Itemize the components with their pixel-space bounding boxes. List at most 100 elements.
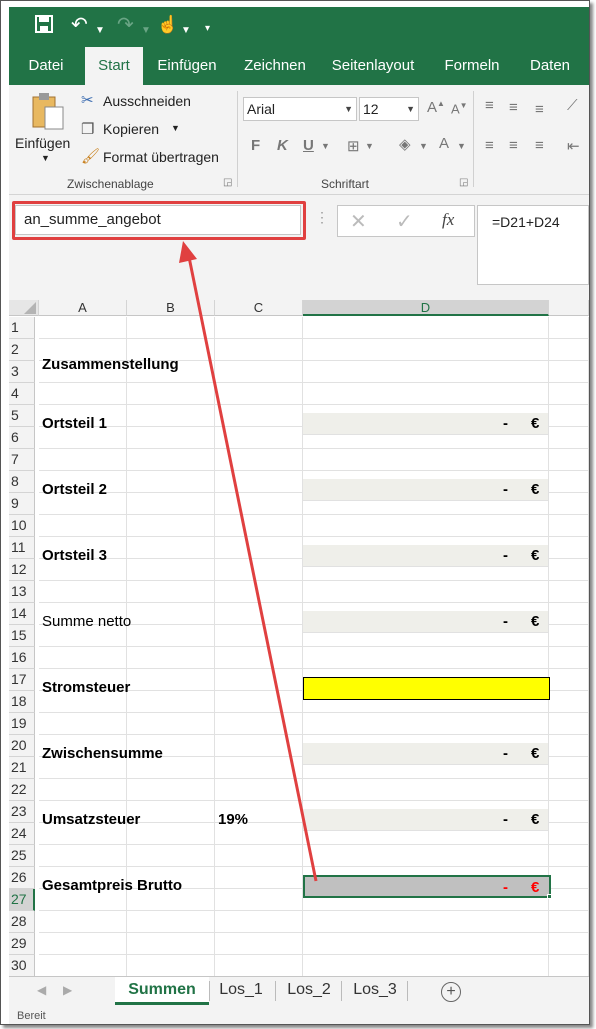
sheet-tab-los-1[interactable]: Los_1	[211, 977, 271, 1005]
cell-d12[interactable]	[303, 545, 549, 567]
grid-cell[interactable]	[39, 317, 127, 339]
copy-dropdown-icon[interactable]: ▼	[171, 123, 180, 133]
grid-cell[interactable]	[215, 317, 303, 339]
cell-d15[interactable]	[303, 611, 549, 633]
formula-input[interactable]: =D21+D24	[477, 205, 589, 285]
grid-cell[interactable]	[549, 317, 589, 339]
font-color-dropdown-icon[interactable]: ▼	[457, 141, 466, 151]
grid-cell[interactable]	[127, 933, 215, 955]
tab-zeichnen[interactable]: Zeichnen	[235, 47, 315, 85]
cell-a21[interactable]: Zwischensumme	[42, 743, 163, 764]
cell-a3[interactable]: Zusammenstellung	[42, 354, 179, 375]
grid-cell[interactable]	[127, 471, 215, 493]
grid-cell[interactable]	[215, 691, 303, 713]
row-header-19[interactable]: 19	[9, 713, 35, 735]
grid-cell[interactable]	[303, 383, 549, 405]
grid-cell[interactable]	[215, 383, 303, 405]
grid-cell[interactable]	[303, 317, 549, 339]
align-top-icon[interactable]: ≡	[485, 97, 494, 114]
grid-cell[interactable]	[549, 515, 589, 537]
grid-cell[interactable]	[127, 449, 215, 471]
redo-dropdown-icon[interactable]: ▼	[141, 21, 151, 41]
align-bottom-icon[interactable]: ≡	[535, 101, 544, 118]
paste-label[interactable]: Einfügen	[15, 135, 70, 151]
format-painter-button[interactable]: Format übertragen	[103, 149, 219, 165]
grid-cell[interactable]	[215, 427, 303, 449]
grid-cell[interactable]	[39, 647, 127, 669]
grid-cell[interactable]	[215, 933, 303, 955]
row-header-4[interactable]: 4	[9, 383, 35, 405]
grid-cell[interactable]	[127, 383, 215, 405]
grid-cell[interactable]	[303, 911, 549, 933]
cell-d21[interactable]	[303, 743, 549, 765]
grid-cell[interactable]	[127, 779, 215, 801]
fill-handle[interactable]	[547, 894, 552, 899]
grid-cell[interactable]	[303, 361, 549, 383]
grid-cell[interactable]	[39, 955, 127, 976]
grid-cell[interactable]	[549, 603, 589, 625]
grid-cell[interactable]	[127, 669, 215, 691]
grid-cell[interactable]	[215, 757, 303, 779]
row-header-17[interactable]: 17	[9, 669, 35, 691]
cell-a27[interactable]: Gesamtpreis Brutto	[42, 875, 182, 896]
grid-cell[interactable]	[215, 493, 303, 515]
grid-cell[interactable]	[127, 845, 215, 867]
grid-cell[interactable]	[549, 625, 589, 647]
grid-cell[interactable]	[127, 603, 215, 625]
grid-cell[interactable]	[39, 933, 127, 955]
grid-cell[interactable]	[549, 383, 589, 405]
grid-cell[interactable]	[549, 735, 589, 757]
row-header-8[interactable]: 8	[9, 471, 35, 493]
row-header-18[interactable]: 18	[9, 691, 35, 713]
grid-cell[interactable]	[303, 955, 549, 976]
row-header-5[interactable]: 5	[9, 405, 35, 427]
grow-font-icon[interactable]: A▲	[427, 99, 445, 116]
row-header-1[interactable]: 1	[9, 317, 35, 339]
cell-a24[interactable]: Umsatzsteuer	[42, 809, 140, 830]
grid-cell[interactable]	[127, 515, 215, 537]
grid-cell[interactable]	[303, 647, 549, 669]
insert-function-icon[interactable]: fx	[442, 210, 454, 230]
grid-cell[interactable]	[215, 955, 303, 976]
cell-d6[interactable]	[303, 413, 549, 435]
cancel-icon[interactable]: ✕	[350, 209, 367, 234]
grid-cell[interactable]	[39, 713, 127, 735]
bold-button[interactable]: F	[251, 137, 260, 154]
grid-cell[interactable]	[215, 911, 303, 933]
align-left-icon[interactable]: ≡	[485, 137, 494, 154]
grid-cell[interactable]	[549, 339, 589, 361]
row-header-3[interactable]: 3	[9, 361, 35, 383]
cell-d18[interactable]	[303, 677, 550, 700]
row-header-29[interactable]: 29	[9, 933, 35, 955]
grid-cell[interactable]	[549, 493, 589, 515]
cell-a18[interactable]: Stromsteuer	[42, 677, 130, 698]
grid-cell[interactable]	[39, 581, 127, 603]
grid-cell[interactable]	[215, 713, 303, 735]
grid-cell[interactable]	[549, 647, 589, 669]
underline-dropdown-icon[interactable]: ▼	[321, 141, 330, 151]
font-launcher-icon[interactable]: ◲	[459, 177, 468, 188]
shrink-font-icon[interactable]: A▼	[451, 101, 468, 116]
grid-cell[interactable]	[303, 515, 549, 537]
grid-cell[interactable]	[127, 911, 215, 933]
grid-cell[interactable]	[549, 361, 589, 383]
fill-dropdown-icon[interactable]: ▼	[419, 141, 428, 151]
grid-cell[interactable]	[549, 779, 589, 801]
paste-dropdown-icon[interactable]: ▼	[41, 153, 50, 163]
row-header-22[interactable]: 22	[9, 779, 35, 801]
scroll-left-icon[interactable]: ◀	[37, 983, 46, 997]
sheet-tab-summen[interactable]: Summen	[115, 977, 209, 1005]
grid-cell[interactable]	[39, 845, 127, 867]
grid-cell[interactable]	[549, 691, 589, 713]
grid-cell[interactable]	[549, 427, 589, 449]
grid-cell[interactable]	[549, 713, 589, 735]
row-header-6[interactable]: 6	[9, 427, 35, 449]
borders-icon[interactable]: ⊞	[347, 137, 360, 155]
cell-d24[interactable]	[303, 809, 549, 831]
column-header-c[interactable]: C	[215, 300, 303, 316]
copy-button[interactable]: Kopieren	[103, 121, 159, 137]
scroll-right-icon[interactable]: ▶	[63, 983, 72, 997]
grid-cell[interactable]	[215, 779, 303, 801]
grid-cell[interactable]	[215, 405, 303, 427]
undo-dropdown-icon[interactable]: ▼	[95, 21, 105, 41]
